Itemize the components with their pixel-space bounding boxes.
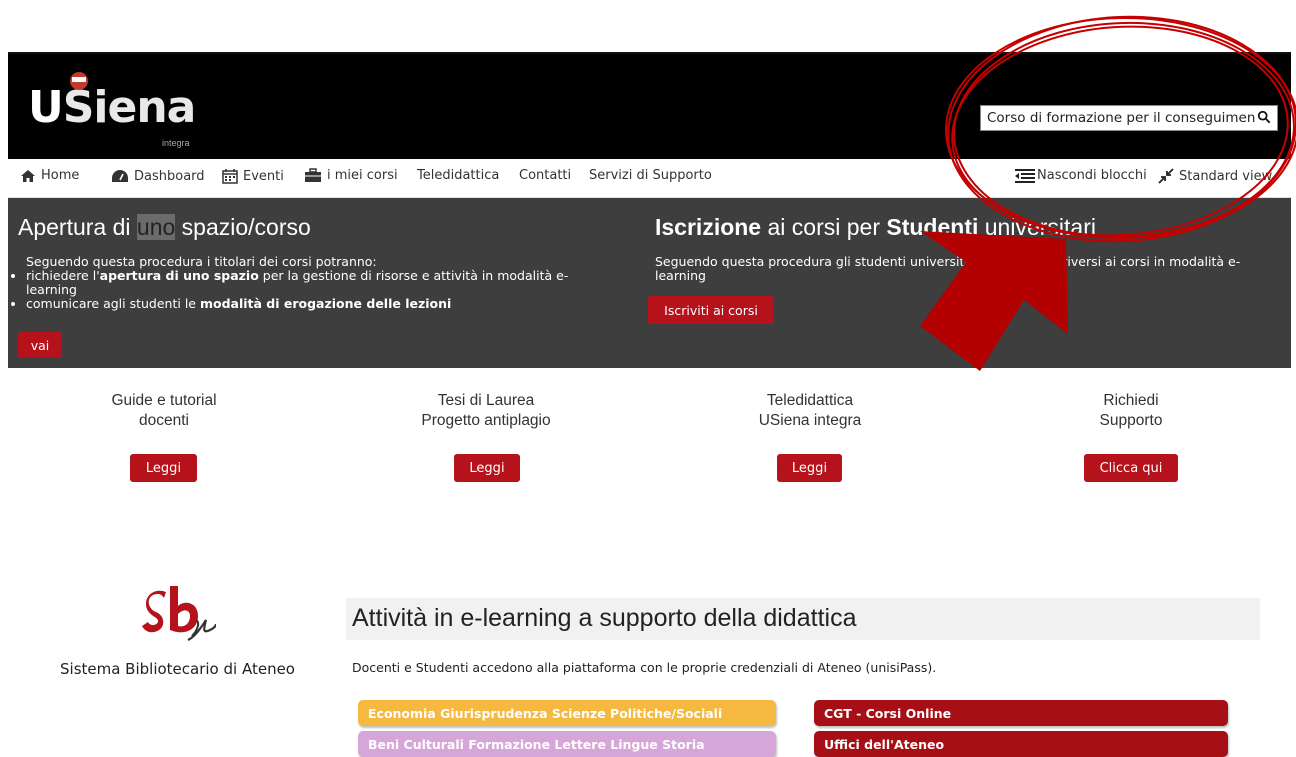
card-teledidattica-title: Teledidattica USiena integra <box>758 392 862 429</box>
nav-home-label: Home <box>41 168 80 183</box>
guide-leggi-button[interactable]: Leggi <box>130 454 197 482</box>
hero-left-bullet-2: comunicare agli studenti le modalità di … <box>26 297 586 311</box>
card-supporto-title: Richiedi Supporto <box>1099 392 1163 429</box>
hero-left-intro: Seguendo questa procedura i titolari dei… <box>26 254 377 269</box>
card-guide-title: Guide e tutorial docenti <box>111 392 217 429</box>
hero-right-title: Iscrizione ai corsi per Studenti univers… <box>655 214 1096 240</box>
nav-teledidattica[interactable]: Teledidattica <box>417 168 499 183</box>
calendar-icon <box>222 169 238 184</box>
card-tesi-title: Tesi di Laurea Progetto antiplagio <box>421 392 551 429</box>
hero-right-text: Seguendo questa procedura gli studenti u… <box>655 254 1241 283</box>
search-icon[interactable] <box>1257 110 1271 124</box>
elearning-section-header: Attività in e-learning a supporto della … <box>346 598 1260 640</box>
dashboard-icon <box>112 170 128 182</box>
nav-eventi-label: Eventi <box>243 168 284 184</box>
pill-uffici-ateneo[interactable]: Uffici dell'Ateneo <box>814 731 1228 757</box>
logo-text: Siena <box>62 82 197 133</box>
nav-contatti[interactable]: Contatti <box>519 168 571 183</box>
logo-subtitle: integra <box>162 138 190 148</box>
hero-banner: Apertura di uno spazio/corso Seguendo qu… <box>8 198 1291 368</box>
iscriviti-button[interactable]: Iscriviti ai corsi <box>648 296 774 324</box>
hide-blocks-icon <box>1015 168 1035 183</box>
nav-home[interactable]: Home <box>20 168 79 183</box>
elearning-title: Attività in e-learning a supporto della … <box>352 604 857 632</box>
pill-beni-culturali[interactable]: Beni Culturali Formazione Lettere Lingue… <box>358 731 776 757</box>
top-margin <box>0 0 1296 52</box>
nav-miei-corsi[interactable]: i miei corsi <box>304 168 398 183</box>
course-search-box[interactable] <box>980 105 1278 131</box>
nav-eventi[interactable]: Eventi <box>222 168 284 184</box>
sba-caption: Sistema Bibliotecario di Ateneo <box>60 660 295 678</box>
course-search-input[interactable] <box>981 106 1261 130</box>
right-edge <box>1291 52 1296 747</box>
briefcase-icon <box>305 168 321 182</box>
nav-teledidattica-label: Teledidattica <box>417 168 500 183</box>
graduation-cap-icon <box>70 72 88 90</box>
elearning-intro: Docenti e Studenti accedono alla piattaf… <box>352 660 937 675</box>
hero-left-bullet-1: richiedere l'apertura di uno spazio per … <box>26 269 586 297</box>
nav-dashboard-label: Dashboard <box>134 168 205 184</box>
nav-contatti-label: Contatti <box>519 168 572 183</box>
hero-left-text: Seguendo questa procedura i titolari dei… <box>26 255 586 311</box>
usiena-logo[interactable]: USiena integra <box>28 72 197 148</box>
vai-button[interactable]: vai <box>18 332 62 358</box>
nav-servizi-label: Servizi di Supporto <box>589 168 712 183</box>
standard-view-label: Standard view <box>1179 168 1273 184</box>
hide-blocks-toggle[interactable]: Nascondi blocchi <box>1015 168 1147 183</box>
pill-cgt-corsi-online[interactable]: CGT - Corsi Online <box>814 700 1228 726</box>
compress-arrows-icon <box>1158 168 1174 184</box>
sba-logo[interactable] <box>140 586 216 644</box>
nav-miei-corsi-label: i miei corsi <box>327 168 398 183</box>
site-header: USiena integra <box>8 52 1291 159</box>
nav-servizi-supporto[interactable]: Servizi di Supporto <box>589 168 712 183</box>
logo-letter-u: U <box>28 82 64 133</box>
standard-view-toggle[interactable]: Standard view <box>1158 168 1272 184</box>
hero-left-title: Apertura di uno spazio/corso <box>18 214 311 240</box>
main-nav: Home Dashboard Eventi i miei corsi Teled… <box>8 159 1291 198</box>
nav-dashboard[interactable]: Dashboard <box>111 168 205 184</box>
hide-blocks-label: Nascondi blocchi <box>1037 168 1147 183</box>
home-icon <box>21 169 35 182</box>
tesi-leggi-button[interactable]: Leggi <box>454 454 520 482</box>
teledidattica-leggi-button[interactable]: Leggi <box>777 454 842 482</box>
supporto-clicca-button[interactable]: Clicca qui <box>1084 454 1178 482</box>
pill-economia[interactable]: Economia Giurisprudenza Scienze Politich… <box>358 700 776 726</box>
